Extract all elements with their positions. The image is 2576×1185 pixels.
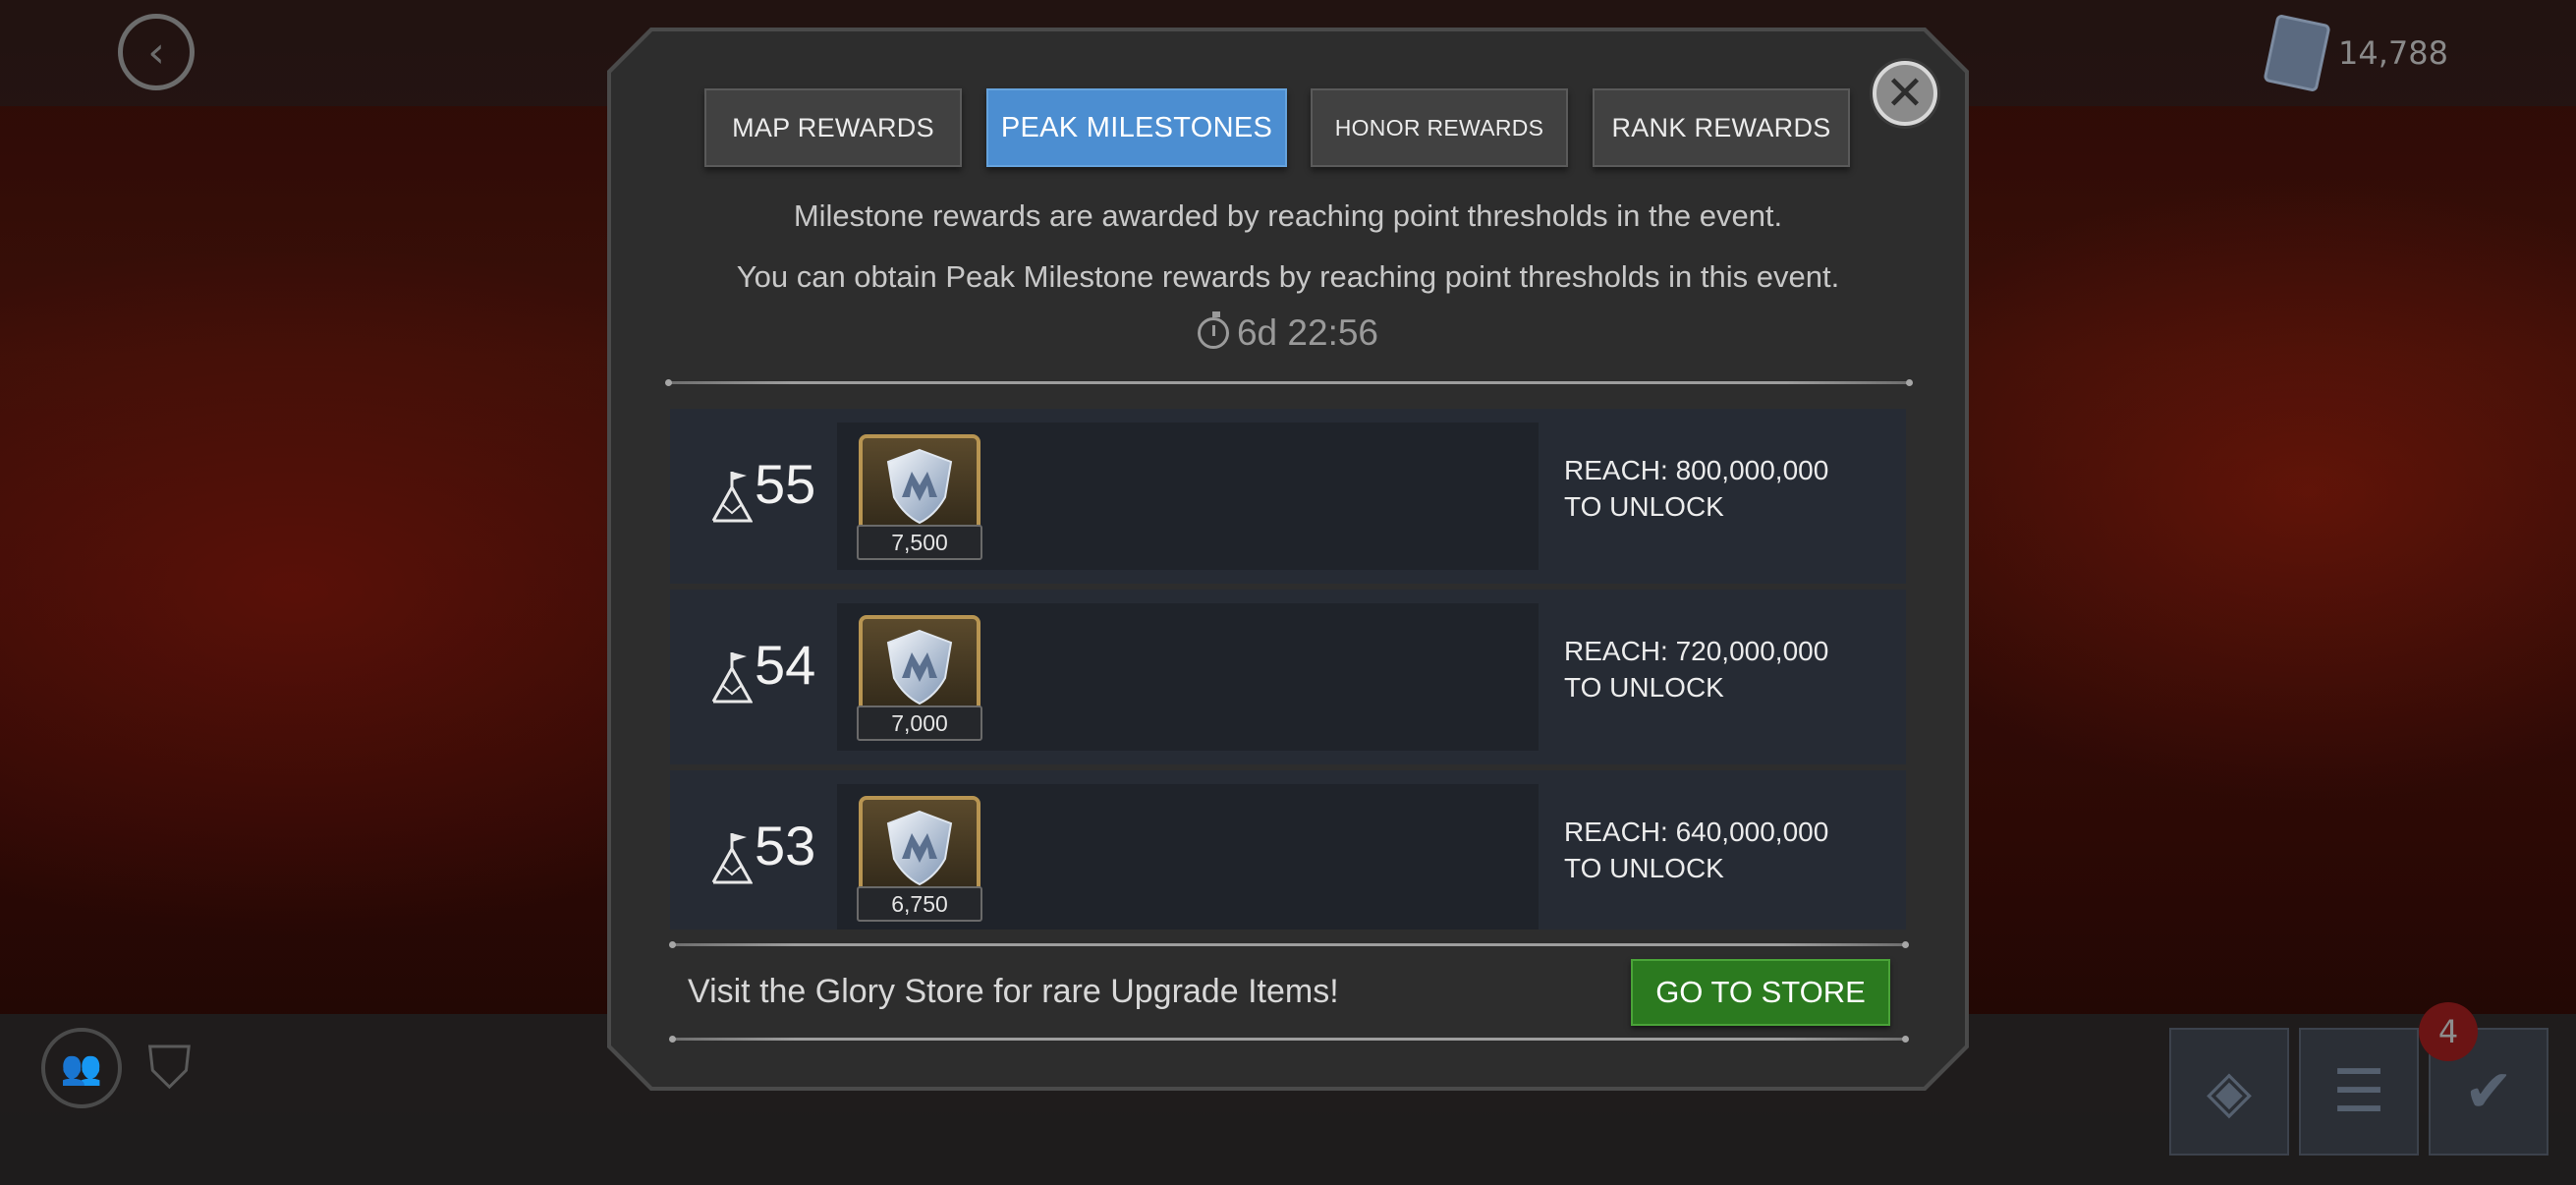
tab-bar: MAP REWARDS PEAK MILESTONES HONOR REWARD… xyxy=(0,88,2576,167)
description-line-2: You can obtain Peak Milestone rewards by… xyxy=(736,259,1840,294)
stopwatch-icon xyxy=(1197,311,1229,349)
unlock-label: TO UNLOCK xyxy=(1564,672,1724,703)
currency-amount: 14,788 xyxy=(2338,34,2448,72)
reward-panel: 7,000 xyxy=(837,603,1539,751)
back-arrow-icon[interactable]: ‹ xyxy=(118,14,195,90)
quest-board-icon[interactable]: ☰ xyxy=(2299,1028,2419,1156)
reach-threshold: REACH: 800,000,000 xyxy=(1564,455,1829,485)
currency-display: 14,788 xyxy=(2263,13,2448,93)
crystal-icon[interactable]: ◈ xyxy=(2169,1028,2289,1156)
glory-shield-icon xyxy=(886,810,953,886)
alliance-icon[interactable]: 👥 xyxy=(41,1028,122,1108)
store-promo-text: Visit the Glory Store for rare Upgrade I… xyxy=(688,973,1339,1010)
divider-middle xyxy=(669,941,1909,948)
go-to-store-button[interactable]: GO TO STORE xyxy=(1631,959,1890,1026)
description-line-1: Milestone rewards are awarded by reachin… xyxy=(793,198,1783,233)
tab-honor-rewards[interactable]: HONOR REWARDS xyxy=(1311,88,1568,167)
divider-bottom xyxy=(669,1036,1909,1043)
notification-badge: 4 xyxy=(2419,1002,2478,1061)
milestone-tier: 54 xyxy=(755,634,816,696)
reward-amount: 7,500 xyxy=(857,525,982,560)
peak-flag-icon xyxy=(711,833,753,884)
reward-item[interactable]: 7,500 xyxy=(857,434,982,562)
reach-requirement: REACH: 800,000,000 TO UNLOCK xyxy=(1564,452,1828,525)
tab-rank-rewards[interactable]: RANK REWARDS xyxy=(1593,88,1850,167)
reward-item[interactable]: 7,000 xyxy=(857,615,982,743)
reach-requirement: REACH: 640,000,000 TO UNLOCK xyxy=(1564,814,1828,886)
glory-shield-icon xyxy=(886,448,953,525)
milestone-row: 55 7,500 REACH: 800,000,000 TO UNLOCK xyxy=(670,409,1906,584)
event-timer: 6d 22:56 xyxy=(611,311,1965,354)
reach-requirement: REACH: 720,000,000 TO UNLOCK xyxy=(1564,633,1828,705)
reward-amount: 7,000 xyxy=(857,705,982,741)
peak-flag-icon xyxy=(711,652,753,704)
reward-item[interactable]: 6,750 xyxy=(857,796,982,924)
reward-panel: 7,500 xyxy=(837,423,1539,570)
milestone-row: 53 6,750 REACH: 640,000,000 TO UNLOCK xyxy=(670,770,1906,930)
milestone-row: 54 7,000 REACH: 720,000,000 TO UNLOCK xyxy=(670,590,1906,764)
reward-amount: 6,750 xyxy=(857,886,982,922)
milestone-tier: 55 xyxy=(755,453,816,515)
reach-threshold: REACH: 720,000,000 xyxy=(1564,636,1829,666)
reach-threshold: REACH: 640,000,000 xyxy=(1564,817,1829,847)
unlock-label: TO UNLOCK xyxy=(1564,853,1724,883)
reward-panel: 6,750 xyxy=(837,784,1539,930)
unlock-label: TO UNLOCK xyxy=(1564,491,1724,522)
shield-icon[interactable]: ⛉ xyxy=(147,1034,192,1102)
divider-top xyxy=(665,379,1913,386)
tab-peak-milestones[interactable]: PEAK MILESTONES xyxy=(986,88,1287,167)
milestone-tier: 53 xyxy=(755,815,816,876)
timer-value: 6d 22:56 xyxy=(1236,312,1379,353)
tab-map-rewards[interactable]: MAP REWARDS xyxy=(704,88,962,167)
game-screen: ‹ 14,788 👥 ⛉ ◈ ☰ ✔ 4 ✕ MAP REWARDS PEAK … xyxy=(0,0,2576,1185)
peak-flag-icon xyxy=(711,472,753,523)
glory-shield-icon xyxy=(886,629,953,705)
card-currency-icon xyxy=(2263,13,2331,93)
